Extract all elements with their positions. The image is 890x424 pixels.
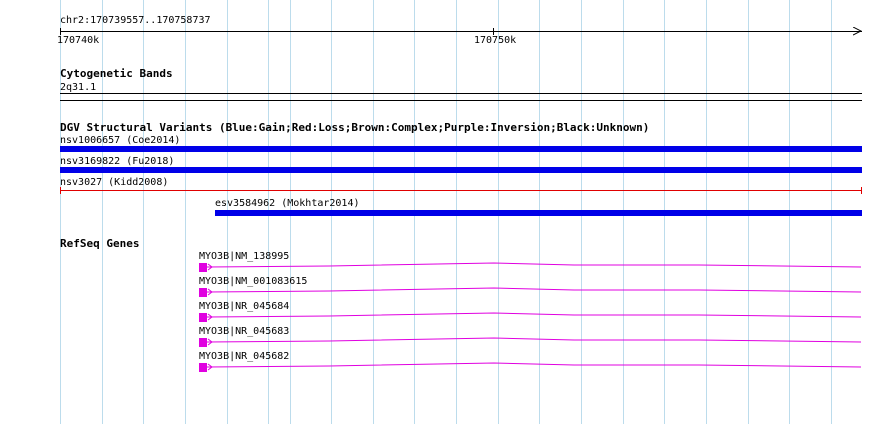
cyto-band-top[interactable]	[60, 93, 862, 94]
variant-bar-gain[interactable]	[60, 167, 862, 173]
genome-browser-canvas: chr2:170739557..170758737 170740k 170750…	[0, 0, 890, 424]
variant-bar-gain[interactable]	[215, 210, 862, 216]
gene-model[interactable]	[199, 360, 863, 374]
variant-endcap	[861, 187, 862, 194]
gene-model[interactable]	[199, 285, 863, 299]
ruler-tick	[493, 28, 494, 35]
ruler-tick-label: 170750k	[474, 35, 517, 46]
ruler-line[interactable]	[60, 31, 862, 32]
variant-label: nsv3169822 (Fu2018)	[60, 156, 175, 167]
variant-label: nsv1006657 (Coe2014)	[60, 135, 181, 146]
gene-model[interactable]	[199, 260, 863, 274]
gridline	[185, 0, 186, 424]
cyto-band-bottom[interactable]	[60, 100, 862, 101]
gridline	[102, 0, 103, 424]
refseq-track-title: RefSeq Genes	[60, 237, 140, 250]
ruler-tick	[60, 28, 61, 35]
ruler-tick-label: 170740k	[57, 35, 100, 46]
variant-bar-loss[interactable]	[60, 190, 862, 191]
gene-model[interactable]	[199, 335, 863, 349]
variant-label: esv3584962 (Mokhtar2014)	[215, 198, 360, 209]
gene-model[interactable]	[199, 310, 863, 324]
cyto-band-label: 2q31.1	[60, 82, 97, 93]
ruler-arrow-icon	[853, 27, 862, 36]
gridline	[60, 0, 61, 424]
variant-bar-gain[interactable]	[60, 146, 862, 152]
variant-label: nsv3027 (Kidd2008)	[60, 177, 169, 188]
variant-endcap	[60, 187, 61, 194]
cyto-track-title: Cytogenetic Bands	[60, 67, 173, 80]
gridline	[143, 0, 144, 424]
region-label: chr2:170739557..170758737	[60, 15, 211, 26]
dgv-track-title: DGV Structural Variants (Blue:Gain;Red:L…	[60, 121, 650, 134]
